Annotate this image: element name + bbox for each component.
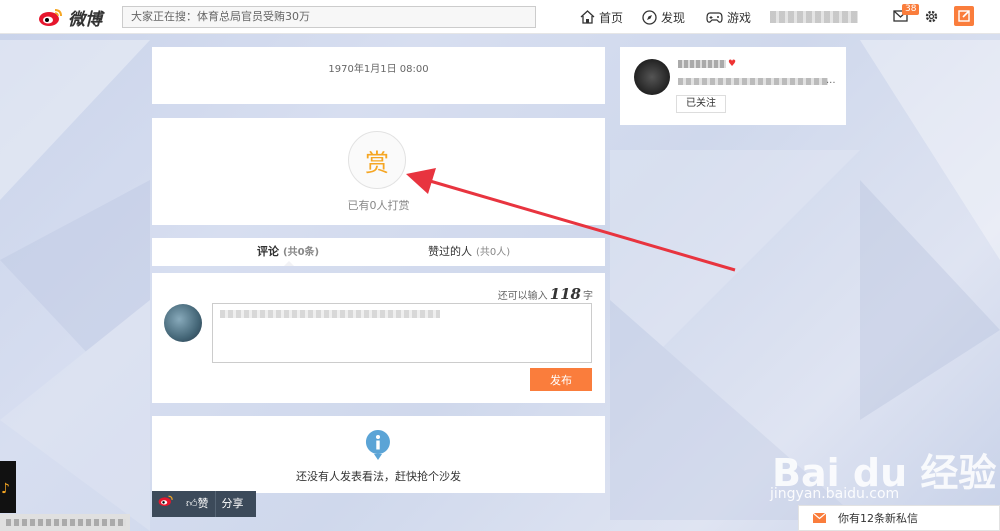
weibo-eye-icon bbox=[158, 495, 173, 507]
weibo-small-logo[interactable] bbox=[152, 491, 180, 517]
like-label: 赞 bbox=[197, 497, 209, 510]
search-input[interactable]: 大家正在搜：体育总局官员受贿30万 bbox=[122, 6, 536, 28]
nav-discover-label: 发现 bbox=[661, 10, 686, 25]
tab-comments-label: 评论 bbox=[257, 245, 279, 258]
remaining-suffix: 字 bbox=[583, 291, 593, 302]
weibo-eye-icon bbox=[39, 9, 62, 26]
private-message-bar[interactable]: 你有12条新私信 bbox=[798, 505, 1000, 531]
compose-button[interactable] bbox=[954, 6, 974, 26]
avatar[interactable] bbox=[634, 59, 670, 95]
bottom-action-bar: 👍︎赞 分享 bbox=[152, 491, 256, 517]
comment-text-blurred bbox=[220, 310, 440, 318]
remaining-chars: 还可以输入 118 字 bbox=[498, 285, 593, 303]
comment-tabs: 评论 (共0条) 赞过的人 (共0人) bbox=[152, 238, 605, 266]
edit-icon bbox=[958, 10, 970, 22]
mail-count-badge: 38 bbox=[902, 4, 920, 15]
thumbs-up-icon: 👍︎ bbox=[186, 497, 198, 510]
tab-liked-label: 赞过的人 bbox=[428, 245, 472, 258]
status-text-blurred bbox=[0, 514, 130, 531]
compass-icon bbox=[642, 9, 657, 25]
like-button[interactable]: 👍︎赞 bbox=[180, 491, 215, 517]
gamepad-icon bbox=[706, 11, 723, 23]
info-icon bbox=[365, 430, 390, 460]
nav-home-label: 首页 bbox=[599, 10, 624, 25]
active-tab-pointer bbox=[284, 261, 294, 266]
user-name-blurred[interactable] bbox=[770, 11, 858, 23]
post-button[interactable]: 发布 bbox=[530, 368, 592, 391]
watermark-url: jingyan.baidu.com bbox=[770, 486, 900, 502]
user-info-card: ♥ ... 已关注 bbox=[620, 47, 846, 125]
reward-button[interactable]: 赏 bbox=[348, 131, 406, 189]
empty-comments-card: 还没有人发表看法，赶快抢个沙发 bbox=[152, 416, 605, 493]
nav-game-label: 游戏 bbox=[727, 10, 752, 25]
user-name-blurred[interactable] bbox=[678, 60, 726, 68]
post-card: 1970年1月1日 08:00 bbox=[152, 47, 605, 104]
vip-badge: ♥ bbox=[728, 59, 737, 69]
tab-liked-count: (共0人) bbox=[476, 247, 511, 258]
reward-card: 赏 已有0人打赏 bbox=[152, 118, 605, 225]
reward-count-text: 已有0人打赏 bbox=[347, 199, 410, 212]
nav-game[interactable]: 游戏 bbox=[706, 0, 751, 34]
post-date: 1970年1月1日 08:00 bbox=[328, 64, 429, 75]
logo-text: 微博 bbox=[68, 9, 102, 30]
watermark-logo: Bai du 经验 bbox=[772, 451, 997, 495]
remaining-prefix: 还可以输入 bbox=[497, 291, 548, 302]
tab-liked-users[interactable]: 赞过的人 (共0人) bbox=[428, 238, 510, 266]
top-navigation-bar: 微博 大家正在搜：体育总局官员受贿30万 首页 发现 游戏 38 bbox=[0, 0, 1000, 34]
empty-state-text: 还没有人发表看法，赶快抢个沙发 bbox=[296, 470, 461, 483]
baidu-watermark: Bai du 经验 jingyan.baidu.com bbox=[764, 420, 1000, 510]
user-description-blurred bbox=[678, 78, 828, 85]
home-icon bbox=[580, 10, 595, 24]
nav-discover[interactable]: 发现 bbox=[642, 0, 685, 34]
remaining-count: 118 bbox=[549, 285, 581, 303]
mail-icon bbox=[813, 513, 826, 523]
weibo-logo[interactable]: 微博 bbox=[38, 6, 102, 30]
private-message-text: 你有12条新私信 bbox=[838, 512, 918, 525]
comment-box-card: 还可以输入 118 字 发布 bbox=[152, 273, 605, 403]
avatar[interactable] bbox=[164, 304, 202, 342]
more-indicator: ... bbox=[826, 75, 836, 86]
share-button[interactable]: 分享 bbox=[214, 491, 250, 517]
tab-comments-count: (共0条) bbox=[283, 247, 320, 258]
gear-icon[interactable] bbox=[924, 9, 939, 24]
nav-home[interactable]: 首页 bbox=[580, 0, 623, 34]
follow-button[interactable]: 已关注 bbox=[676, 95, 726, 113]
music-note-icon: ♪ bbox=[1, 481, 10, 497]
